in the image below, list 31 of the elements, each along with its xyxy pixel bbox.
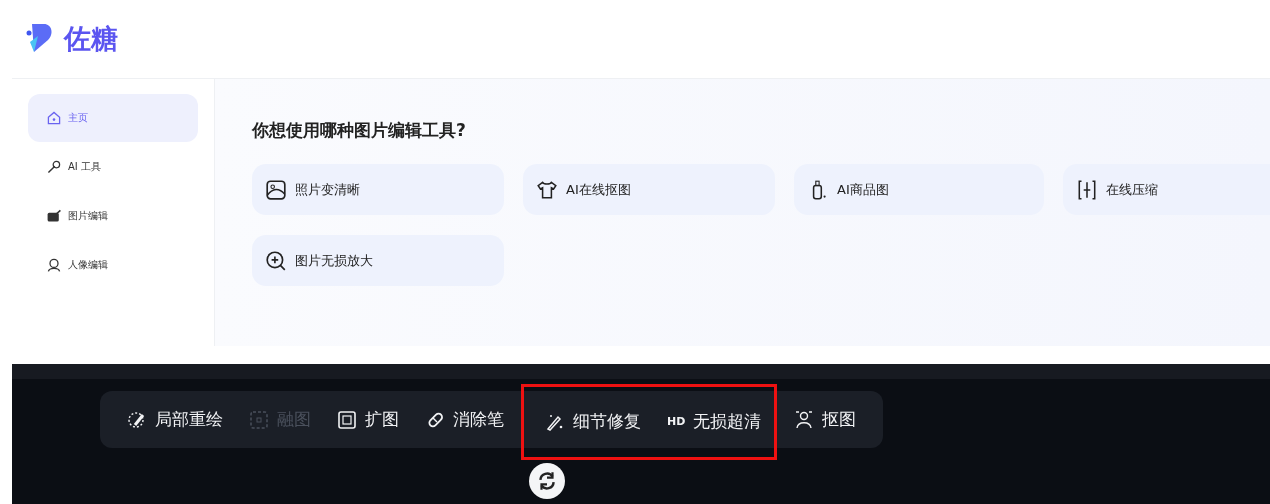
photo-icon — [265, 178, 287, 201]
sidebar-item[interactable]: AI 工具 — [28, 143, 198, 191]
toolbar-button[interactable]: 消除笔 — [412, 408, 517, 431]
home-icon — [46, 110, 62, 126]
tool-card[interactable]: 照片变清晰 — [252, 164, 504, 215]
sidebar-item[interactable]: 人像编辑 — [28, 241, 198, 289]
tool-card[interactable]: AI商品图 — [794, 164, 1044, 215]
toolbar-button[interactable]: 局部重绘 — [114, 408, 236, 431]
person-cutout-icon — [794, 409, 815, 430]
brush-icon — [127, 409, 147, 430]
toolbar-button[interactable]: 细节修复 — [532, 410, 654, 433]
shirt-icon — [536, 178, 558, 201]
tool-card[interactable]: 图片无损放大 — [252, 235, 504, 286]
image-edit-icon — [46, 208, 62, 224]
refresh-icon — [536, 470, 558, 492]
toolbar-button[interactable]: HD 无损超清 — [654, 410, 775, 433]
toolbar-button[interactable]: 抠图 — [781, 408, 870, 431]
sidebar-item[interactable]: 主页 — [28, 94, 198, 142]
tool-card[interactable]: 在线压缩 — [1063, 164, 1270, 215]
zoom-in-icon — [265, 249, 287, 272]
toolbar-button[interactable]: 扩图 — [324, 408, 412, 431]
compress-icon — [1076, 178, 1098, 201]
hd-icon: HD — [667, 415, 686, 428]
sidebar-item[interactable]: 图片编辑 — [28, 192, 198, 240]
refresh-button[interactable] — [529, 463, 565, 499]
app-name: 佐糖 — [64, 22, 118, 56]
tool-card[interactable]: AI在线抠图 — [523, 164, 775, 215]
dashed-square-icon — [249, 409, 269, 430]
person-icon — [46, 257, 62, 273]
section-heading: 你想使用哪种图片编辑工具? — [252, 119, 467, 142]
frame-icon — [337, 409, 357, 430]
